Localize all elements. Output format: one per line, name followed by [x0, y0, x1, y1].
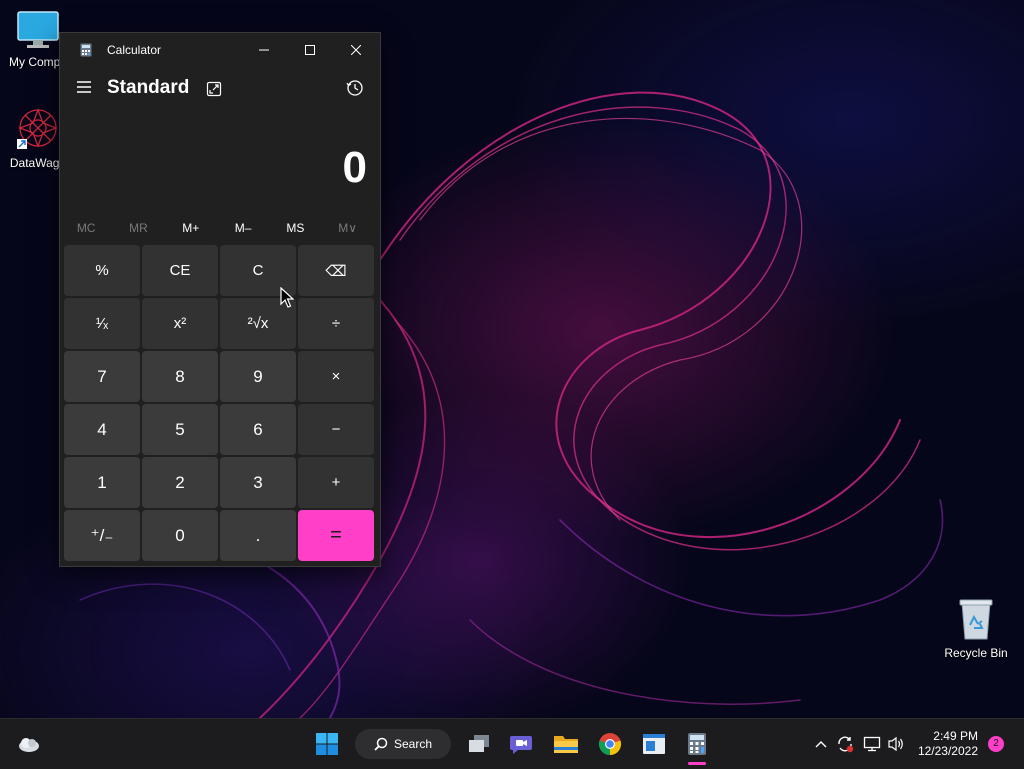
- history-icon[interactable]: [346, 79, 364, 97]
- monitor-icon: [17, 11, 59, 48]
- windows-logo-icon: [316, 733, 338, 755]
- operator-button[interactable]: ¹⁄ₓ: [64, 298, 140, 349]
- keep-on-top-icon[interactable]: [206, 81, 222, 97]
- memory-button[interactable]: M+: [165, 217, 217, 239]
- show-hidden-icons-button[interactable]: [812, 729, 830, 759]
- digit-button[interactable]: 0: [142, 510, 218, 561]
- calculator-taskbar-button[interactable]: [683, 729, 711, 759]
- operator-button[interactable]: %: [64, 245, 140, 296]
- equals-button[interactable]: =: [298, 510, 374, 561]
- search-icon: [374, 737, 388, 751]
- clock-time: 2:49 PM: [933, 729, 978, 743]
- operator-button[interactable]: −: [298, 404, 374, 455]
- file-explorer-button[interactable]: [552, 729, 580, 759]
- digit-button[interactable]: 3: [220, 457, 296, 508]
- memory-button[interactable]: MC: [60, 217, 112, 239]
- maximize-icon: [305, 45, 315, 55]
- recycle-bin-icon: [959, 599, 993, 640]
- store-app-button[interactable]: [640, 729, 668, 759]
- digit-button[interactable]: .: [220, 510, 296, 561]
- digit-button[interactable]: 7: [64, 351, 140, 402]
- memory-button[interactable]: M∨: [321, 217, 373, 239]
- clock-date: 12/23/2022: [917, 744, 978, 758]
- calculator-app-icon: [80, 43, 92, 57]
- calculator-window: Calculator Standard 0 MC MR M+ M– MS M∨ % CE C ⌫…: [59, 32, 381, 567]
- digit-button[interactable]: 2: [142, 457, 218, 508]
- digit-button[interactable]: 8: [142, 351, 218, 402]
- network-icon: [863, 736, 881, 752]
- chrome-icon: [598, 733, 622, 756]
- operator-button[interactable]: ÷: [298, 298, 374, 349]
- folder-icon: [554, 736, 578, 753]
- close-button[interactable]: [333, 33, 379, 67]
- operator-button[interactable]: CE: [142, 245, 218, 296]
- title-bar[interactable]: Calculator: [60, 33, 380, 67]
- operator-button[interactable]: +: [298, 457, 374, 508]
- digit-button[interactable]: 5: [142, 404, 218, 455]
- teams-chat-icon: [510, 736, 532, 754]
- digit-button[interactable]: 9: [220, 351, 296, 402]
- task-view-icon: [469, 735, 489, 752]
- network-button[interactable]: [862, 729, 882, 759]
- digit-button[interactable]: 6: [220, 404, 296, 455]
- clock[interactable]: 2:49 PM 12/23/2022: [914, 729, 978, 759]
- chrome-button[interactable]: [596, 729, 624, 759]
- app-window-icon: [643, 734, 665, 754]
- display-value: 0: [342, 143, 367, 192]
- minimize-icon: [259, 49, 269, 51]
- chat-button[interactable]: [507, 729, 535, 759]
- task-view-button[interactable]: [465, 729, 493, 759]
- speaker-icon: [888, 736, 903, 752]
- operator-button[interactable]: ×: [298, 351, 374, 402]
- desktop-icon-recycle-bin[interactable]: Recycle Bin: [938, 597, 1014, 660]
- digit-button[interactable]: 4: [64, 404, 140, 455]
- memory-row: MC MR M+ M– MS M∨: [60, 217, 380, 239]
- sync-status-button[interactable]: [835, 729, 855, 759]
- operator-button[interactable]: ⌫: [298, 245, 374, 296]
- digit-button[interactable]: ⁺/₋: [64, 510, 140, 561]
- operator-button[interactable]: x²: [142, 298, 218, 349]
- memory-button[interactable]: M–: [217, 217, 269, 239]
- close-icon: [351, 45, 361, 55]
- minimize-button[interactable]: [241, 33, 287, 67]
- datawagon-icon: [17, 108, 58, 149]
- weather-icon: [19, 738, 39, 752]
- chevron-up-icon: [815, 741, 827, 748]
- active-app-indicator: [688, 762, 706, 765]
- hamburger-menu-icon[interactable]: [76, 79, 92, 95]
- taskbar: Search 2:49 PM 12/23/2022 2: [0, 718, 1024, 769]
- taskbar-search-button[interactable]: Search: [355, 729, 451, 759]
- mode-title: Standard: [107, 77, 190, 98]
- calculator-icon: [688, 733, 706, 755]
- sync-icon: [838, 736, 854, 753]
- mouse-cursor-icon: [280, 287, 294, 308]
- recycle-bin-label: Recycle Bin: [944, 646, 1008, 660]
- volume-button[interactable]: [886, 729, 906, 759]
- window-title: Calculator: [107, 43, 162, 57]
- notification-badge[interactable]: 2: [988, 736, 1004, 752]
- search-label: Search: [393, 737, 433, 751]
- keypad: % CE C ⌫ ¹⁄ₓ x² ²√x ÷ 7 8 9 × 4 5 6−1 2 3 + ⁺/₋ 0. =: [64, 245, 376, 561]
- calculator-header: Standard: [60, 67, 380, 109]
- widgets-button[interactable]: [14, 729, 44, 759]
- maximize-button[interactable]: [287, 33, 333, 67]
- memory-button[interactable]: MR: [112, 217, 164, 239]
- start-button[interactable]: [312, 729, 342, 759]
- memory-button[interactable]: MS: [269, 217, 321, 239]
- digit-button[interactable]: 1: [64, 457, 140, 508]
